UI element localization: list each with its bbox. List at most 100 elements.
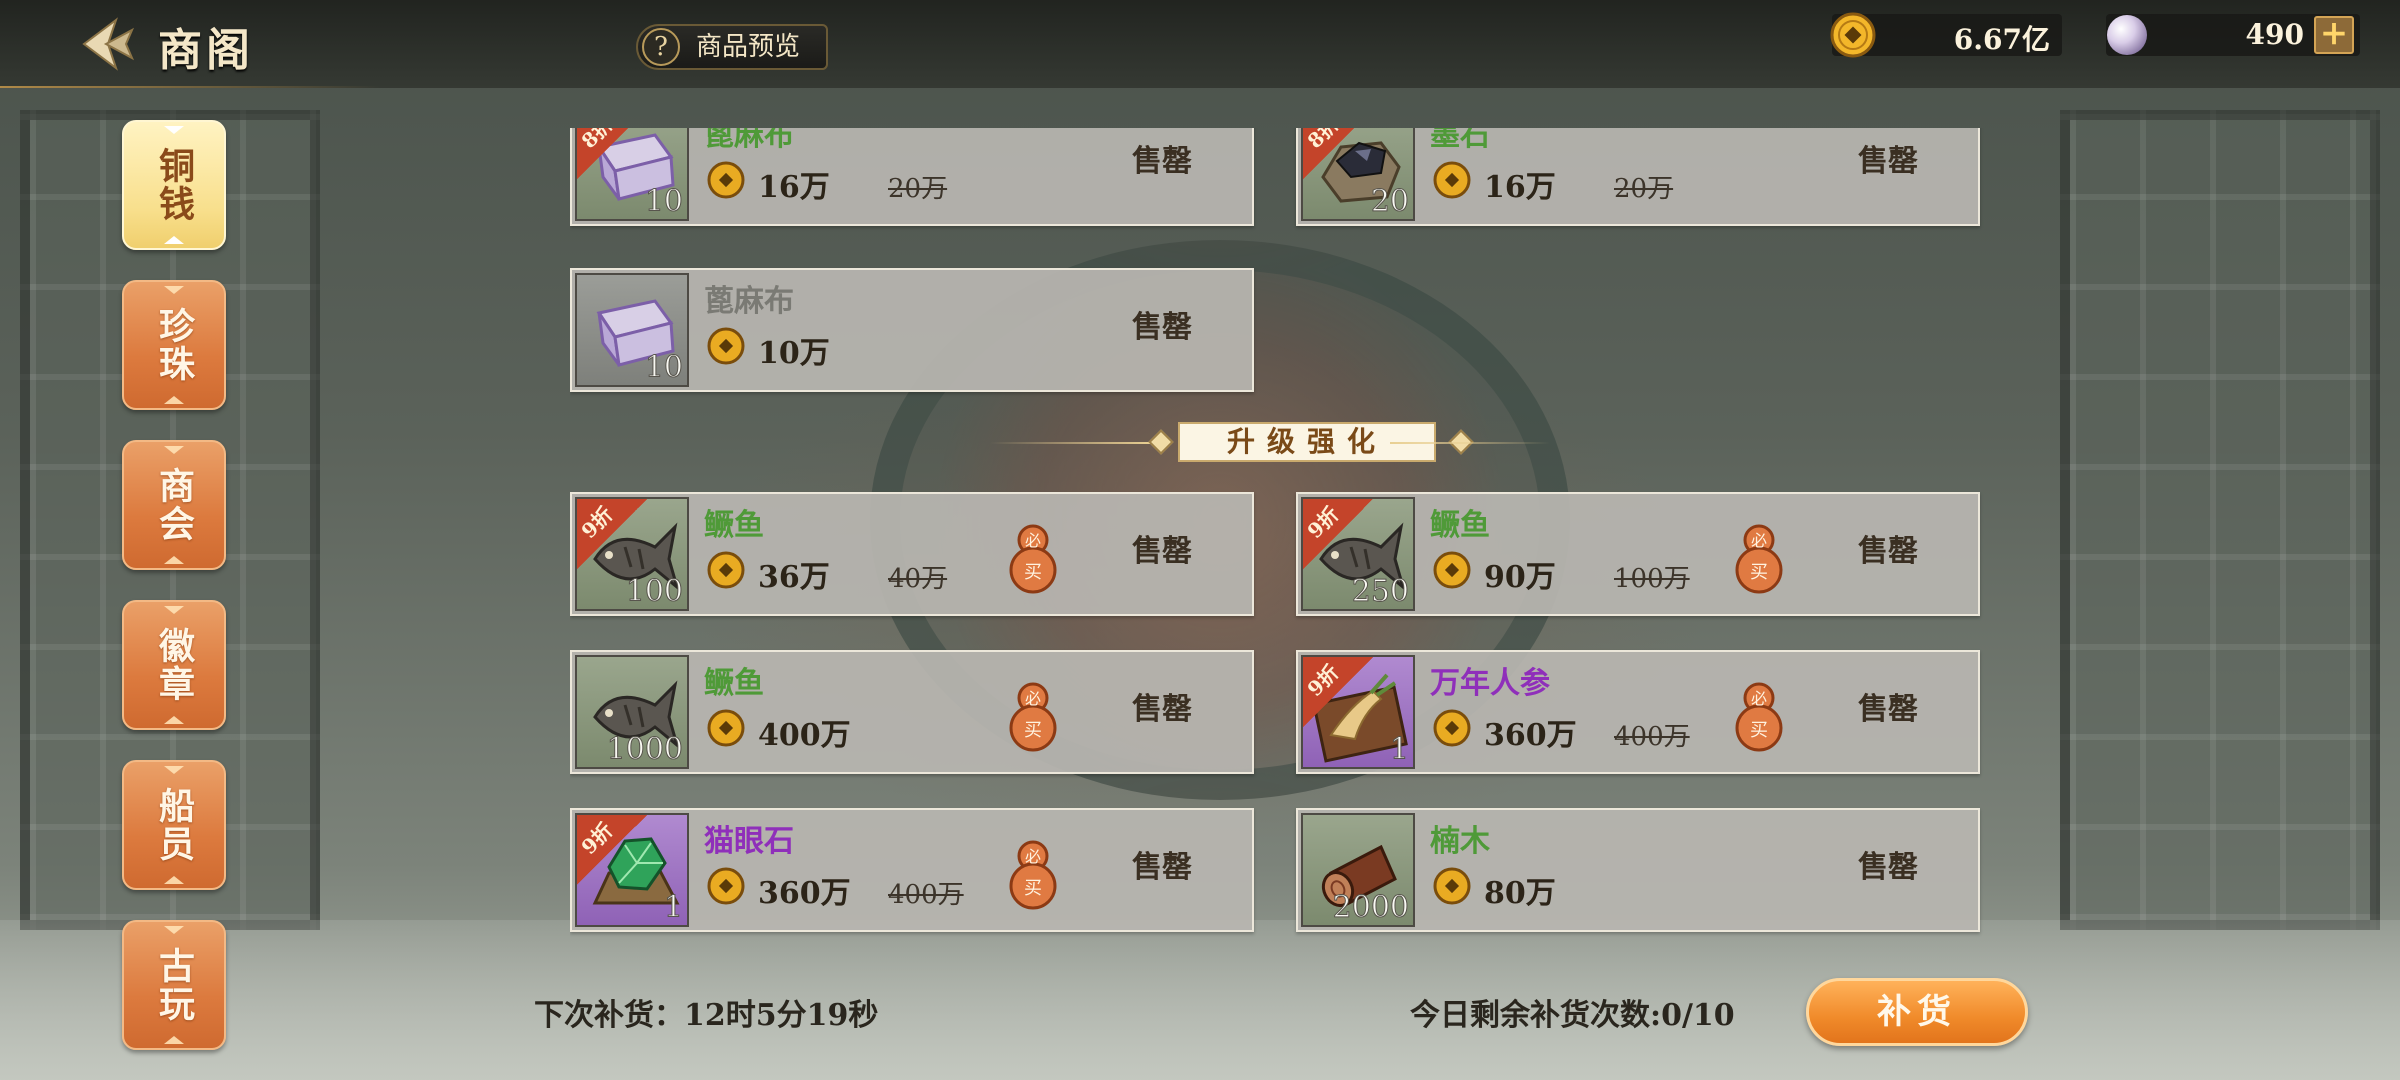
shop-item-card[interactable]: 2000 楠木 80万 售罄 xyxy=(1296,808,1980,932)
must-buy-gourd-icon: 必 买 xyxy=(1009,524,1057,594)
pearl-balance: 490 + xyxy=(2106,14,2360,56)
copper-coin-icon xyxy=(1433,161,1471,199)
shop-item-list[interactable]: 8折 10 蓖麻布 16万 20万 售罄 8折 20 墨石 16万 20万 售罄 xyxy=(570,128,1990,944)
item-price: 80万 xyxy=(1484,876,1556,911)
tab-copper[interactable]: 铜钱 xyxy=(122,120,226,250)
pearl-icon xyxy=(2107,15,2147,55)
must-buy-char-1: 必 xyxy=(1025,689,1041,708)
sold-out-label: 售罄 xyxy=(1132,144,1192,179)
restock-button[interactable]: 补货 xyxy=(1806,978,2028,1046)
discount-label: 9折 xyxy=(1302,660,1344,702)
item-name: 蓖麻布 xyxy=(704,284,794,319)
category-tabs: 铜钱 珍珠 商会 徽章 船员 古玩 xyxy=(122,120,226,1080)
item-icon-frame: 8折 20 xyxy=(1301,128,1415,221)
tab-pearl[interactable]: 珍珠 xyxy=(122,280,226,410)
must-buy-char-1: 必 xyxy=(1751,531,1767,550)
tab-badge[interactable]: 徽章 xyxy=(122,600,226,730)
tab-guild[interactable]: 商会 xyxy=(122,440,226,570)
tab-antique[interactable]: 古玩 xyxy=(122,920,226,1050)
copper-coin-icon xyxy=(707,327,745,365)
item-quantity: 250 xyxy=(1351,574,1409,610)
product-preview-button[interactable]: ? 商品预览 xyxy=(636,24,829,70)
shop-item-card[interactable]: 1000 鳜鱼 400万 必 买 售罄 xyxy=(570,650,1254,774)
item-icon-frame: 10 xyxy=(575,273,689,387)
copper-coin-balance: 6.67亿 xyxy=(1830,12,2062,58)
shop-item-card[interactable]: 8折 10 蓖麻布 16万 20万 售罄 xyxy=(570,128,1254,226)
next-restock-timer: 下次补货：12时5分19秒 xyxy=(534,998,879,1033)
item-price: 10万 xyxy=(758,336,830,371)
tab-label: 徽章 xyxy=(153,627,195,703)
page-title: 商阁 xyxy=(158,25,254,76)
sold-out-label: 售罄 xyxy=(1132,534,1192,569)
help-icon: ? xyxy=(642,28,680,66)
title-underline xyxy=(0,86,380,88)
item-icon-frame: 2000 xyxy=(1301,813,1415,927)
section-header-upgrade: 升级强化 xyxy=(990,420,1550,468)
sold-out-label: 售罄 xyxy=(1132,692,1192,727)
discount-label: 8折 xyxy=(576,128,618,154)
item-name: 墨石 xyxy=(1430,128,1490,153)
shop-item-card[interactable]: 9折 1 猫眼石 360万 400万 必 买 售罄 xyxy=(570,808,1254,932)
item-original-price: 40万 xyxy=(888,564,948,594)
shop-item-card[interactable]: 9折 100 鳜鱼 36万 40万 必 买 售罄 xyxy=(570,492,1254,616)
item-name: 蓖麻布 xyxy=(704,128,794,153)
must-buy-char-1: 必 xyxy=(1751,689,1767,708)
pearl-amount: 490 xyxy=(2245,18,2304,51)
background-lattice-window-right xyxy=(2060,110,2380,930)
discount-label: 9折 xyxy=(576,818,618,860)
shop-item-card[interactable]: 9折 1 万年人参 360万 400万 必 买 售罄 xyxy=(1296,650,1980,774)
sold-out-label: 售罄 xyxy=(1858,534,1918,569)
discount-label: 9折 xyxy=(576,502,618,544)
item-name: 猫眼石 xyxy=(704,824,794,859)
item-quantity: 2000 xyxy=(1332,890,1409,926)
copper-coin-icon xyxy=(707,709,745,747)
item-icon-frame: 8折 10 xyxy=(575,128,689,221)
item-original-price: 20万 xyxy=(1614,174,1674,204)
background-floor xyxy=(0,920,2400,1080)
item-price: 36万 xyxy=(758,560,830,595)
must-buy-char-1: 必 xyxy=(1025,531,1041,550)
item-quantity: 1 xyxy=(663,890,683,926)
item-icon-frame: 1000 xyxy=(575,655,689,769)
discount-ribbon: 9折 xyxy=(577,499,647,569)
item-original-price: 400万 xyxy=(1614,722,1690,752)
remaining-restock-count: 今日剩余补货次数:0/10 xyxy=(1410,998,1735,1033)
item-price: 90万 xyxy=(1484,560,1556,595)
copper-coin-icon xyxy=(1433,551,1471,589)
must-buy-char-2: 买 xyxy=(1024,878,1042,899)
must-buy-char-2: 买 xyxy=(1024,720,1042,741)
must-buy-char-2: 买 xyxy=(1024,562,1042,583)
tab-label: 珍珠 xyxy=(153,307,195,383)
shop-item-card[interactable]: 9折 250 鳜鱼 90万 100万 必 买 售罄 xyxy=(1296,492,1980,616)
sold-out-label: 售罄 xyxy=(1132,310,1192,345)
shop-item-card[interactable]: 8折 20 墨石 16万 20万 售罄 xyxy=(1296,128,1980,226)
item-name: 万年人参 xyxy=(1430,666,1550,701)
back-button[interactable] xyxy=(72,12,140,76)
tab-crew[interactable]: 船员 xyxy=(122,760,226,890)
item-name: 鳜鱼 xyxy=(1430,508,1490,543)
item-quantity: 1 xyxy=(1389,732,1409,768)
item-original-price: 100万 xyxy=(1614,564,1690,594)
shop-item-card[interactable]: 10 蓖麻布 10万 售罄 xyxy=(570,268,1254,392)
copper-coin-icon xyxy=(1433,867,1471,905)
tab-label: 铜钱 xyxy=(153,147,195,223)
discount-ribbon: 9折 xyxy=(1303,499,1373,569)
item-name: 楠木 xyxy=(1430,824,1490,859)
item-name: 鳜鱼 xyxy=(704,666,764,701)
discount-ribbon: 9折 xyxy=(1303,657,1373,727)
item-icon-frame: 9折 250 xyxy=(1301,497,1415,611)
copper-coin-icon xyxy=(707,161,745,199)
tab-label: 船员 xyxy=(153,787,195,863)
add-pearls-button[interactable]: + xyxy=(2314,16,2354,54)
item-quantity: 10 xyxy=(644,184,683,220)
item-price: 360万 xyxy=(758,876,851,911)
tab-label: 古玩 xyxy=(153,947,195,1023)
must-buy-gourd-icon: 必 买 xyxy=(1009,682,1057,752)
sold-out-label: 售罄 xyxy=(1132,850,1192,885)
copper-coin-icon xyxy=(1433,709,1471,747)
item-quantity: 1000 xyxy=(606,732,683,768)
discount-ribbon: 8折 xyxy=(1303,128,1373,179)
copper-coin-icon xyxy=(707,551,745,589)
item-price: 16万 xyxy=(758,170,830,205)
sold-out-label: 售罄 xyxy=(1858,850,1918,885)
